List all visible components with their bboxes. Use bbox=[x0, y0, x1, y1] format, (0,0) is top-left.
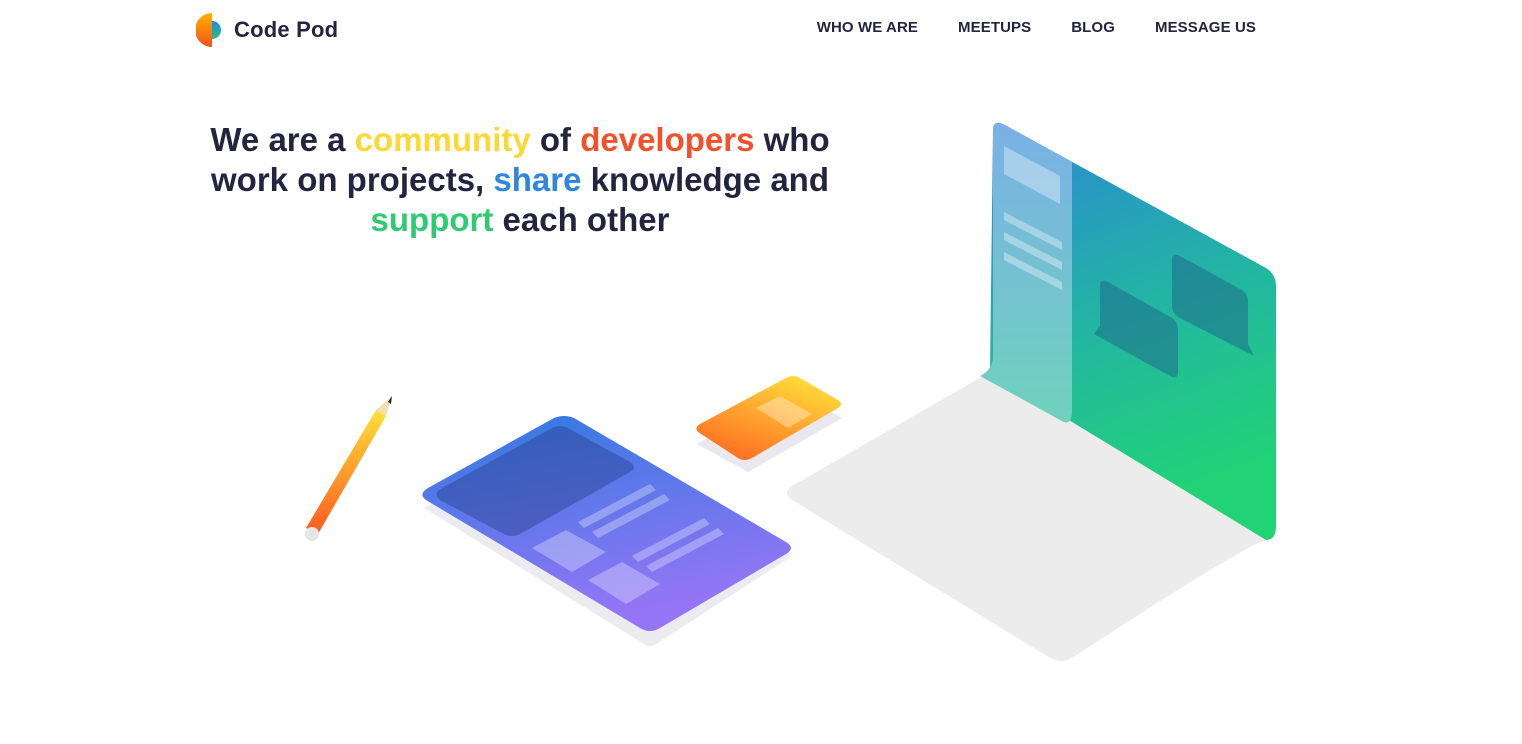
main-nav: WHO WE ARE MEETUPS BLOG MESSAGE US bbox=[817, 19, 1256, 36]
tablet-card bbox=[588, 562, 660, 604]
laptop-screen bbox=[990, 122, 1276, 540]
page: Code Pod WHO WE ARE MEETUPS BLOG MESSAGE… bbox=[0, 0, 1522, 744]
pencil-body bbox=[306, 410, 386, 534]
screen-sidebar-line bbox=[1004, 252, 1062, 290]
tablet-illustration bbox=[422, 416, 792, 646]
code-pod-logo-icon bbox=[196, 12, 222, 48]
tablet-card bbox=[532, 530, 606, 572]
laptop-screen-sidebar bbox=[980, 122, 1072, 423]
hero-highlight-developers: developers bbox=[580, 121, 755, 158]
pencil-illustration bbox=[305, 396, 392, 541]
phone-illustration bbox=[696, 376, 842, 472]
logo-link[interactable]: Code Pod bbox=[196, 12, 338, 48]
hero-text: knowledge and bbox=[581, 161, 829, 198]
pencil-eraser bbox=[305, 527, 319, 541]
hero-highlight-support: support bbox=[370, 201, 494, 238]
screen-chat-bubble bbox=[1094, 280, 1178, 378]
tablet-text-line bbox=[578, 484, 656, 528]
phone-body bbox=[696, 376, 841, 460]
hero-headline: We are a community of developers who work… bbox=[170, 120, 870, 240]
screen-sidebar-line bbox=[1004, 232, 1062, 270]
tablet-shadow bbox=[424, 430, 792, 646]
hero-text: who bbox=[754, 121, 830, 158]
hero-text: We are a bbox=[210, 121, 355, 158]
pencil-point bbox=[388, 396, 392, 404]
tablet-body bbox=[422, 416, 791, 631]
screen-sidebar-block bbox=[1004, 146, 1060, 204]
hero-text: each other bbox=[493, 201, 670, 238]
hero-text: of bbox=[530, 121, 581, 158]
screen-sidebar-line bbox=[1004, 212, 1062, 250]
tablet-text-line bbox=[592, 494, 670, 538]
pencil-tip bbox=[376, 396, 392, 416]
tablet-text-line bbox=[632, 518, 710, 562]
phone-screen-block bbox=[756, 396, 812, 428]
hero-text: work on projects, bbox=[211, 161, 494, 198]
hero-highlight-share: share bbox=[493, 161, 582, 198]
phone-shadow bbox=[697, 390, 842, 472]
nav-message-us[interactable]: MESSAGE US bbox=[1155, 19, 1256, 36]
hero-highlight-community: community bbox=[354, 121, 531, 158]
nav-meetups[interactable]: MEETUPS bbox=[958, 19, 1031, 36]
tablet-text-line bbox=[646, 528, 724, 572]
laptop-base bbox=[787, 372, 1266, 661]
nav-who-we-are[interactable]: WHO WE ARE bbox=[817, 19, 918, 36]
nav-blog[interactable]: BLOG bbox=[1071, 19, 1115, 36]
screen-chat-bubble bbox=[1172, 254, 1254, 356]
tablet-screen-panel bbox=[436, 426, 634, 536]
logo-text: Code Pod bbox=[234, 17, 339, 42]
hero-illustration bbox=[305, 122, 1276, 661]
